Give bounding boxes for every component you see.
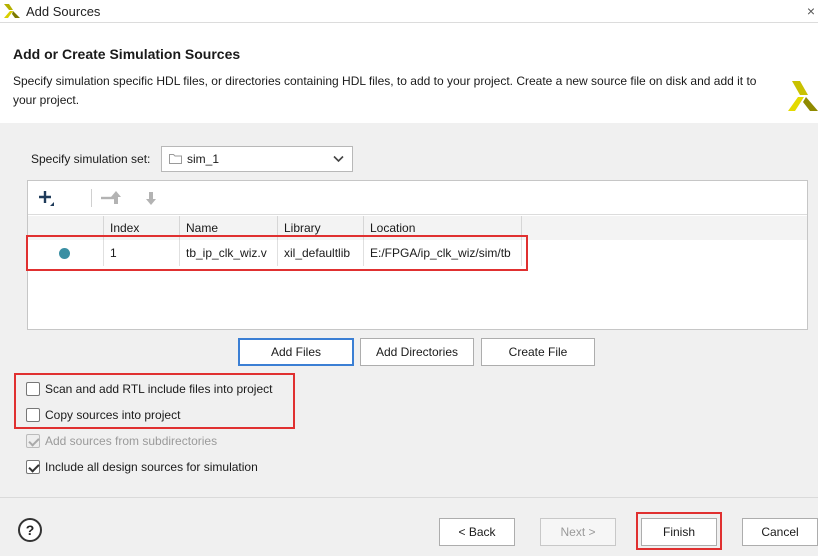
simset-value: sim_1 — [187, 152, 220, 166]
chevron-down-icon — [333, 155, 344, 163]
create-file-button[interactable]: Create File — [481, 338, 595, 366]
subdirectories-label: Add sources from subdirectories — [45, 434, 218, 448]
move-up-arrow-icon[interactable] — [106, 188, 126, 208]
include-all-label: Include all design sources for simulatio… — [45, 460, 258, 474]
move-down-arrow-icon[interactable] — [141, 188, 161, 208]
vivado-logo-icon — [4, 4, 20, 18]
page-description: Specify simulation specific HDL files, o… — [13, 74, 757, 107]
next-button: Next > — [540, 518, 616, 546]
create-file-label: Create File — [508, 345, 568, 359]
close-icon[interactable]: × — [804, 0, 818, 22]
options-highlight-box — [14, 373, 295, 429]
wizard-header: Add or Create Simulation Sources Specify… — [0, 23, 818, 123]
add-directories-label: Add Directories — [375, 345, 459, 359]
window-title: Add Sources — [26, 4, 101, 19]
add-files-button[interactable]: Add Files — [238, 338, 354, 366]
include-all-checkbox[interactable] — [26, 460, 40, 474]
next-label: Next > — [560, 525, 596, 539]
add-directories-button[interactable]: Add Directories — [360, 338, 474, 366]
cancel-button[interactable]: Cancel — [742, 518, 818, 546]
table-toolbar — [28, 181, 807, 215]
back-label: < Back — [458, 525, 496, 539]
title-bar: Add Sources × — [0, 0, 818, 23]
add-plus-icon[interactable] — [36, 188, 56, 208]
xilinx-logo-icon — [788, 81, 818, 111]
subdirectories-checkbox — [26, 434, 40, 448]
back-button[interactable]: < Back — [439, 518, 515, 546]
folder-icon — [169, 154, 182, 164]
simset-dropdown[interactable]: sim_1 — [161, 146, 353, 172]
add-files-label: Add Files — [270, 345, 322, 359]
footer-divider — [0, 497, 818, 498]
help-icon[interactable]: ? — [18, 518, 42, 542]
finish-highlight-box — [636, 512, 722, 550]
row-highlight-box — [26, 235, 528, 271]
page-title: Add or Create Simulation Sources — [13, 46, 241, 62]
toolbar-separator — [91, 189, 92, 207]
simset-label: Specify simulation set: — [31, 152, 151, 166]
cancel-label: Cancel — [761, 525, 799, 539]
